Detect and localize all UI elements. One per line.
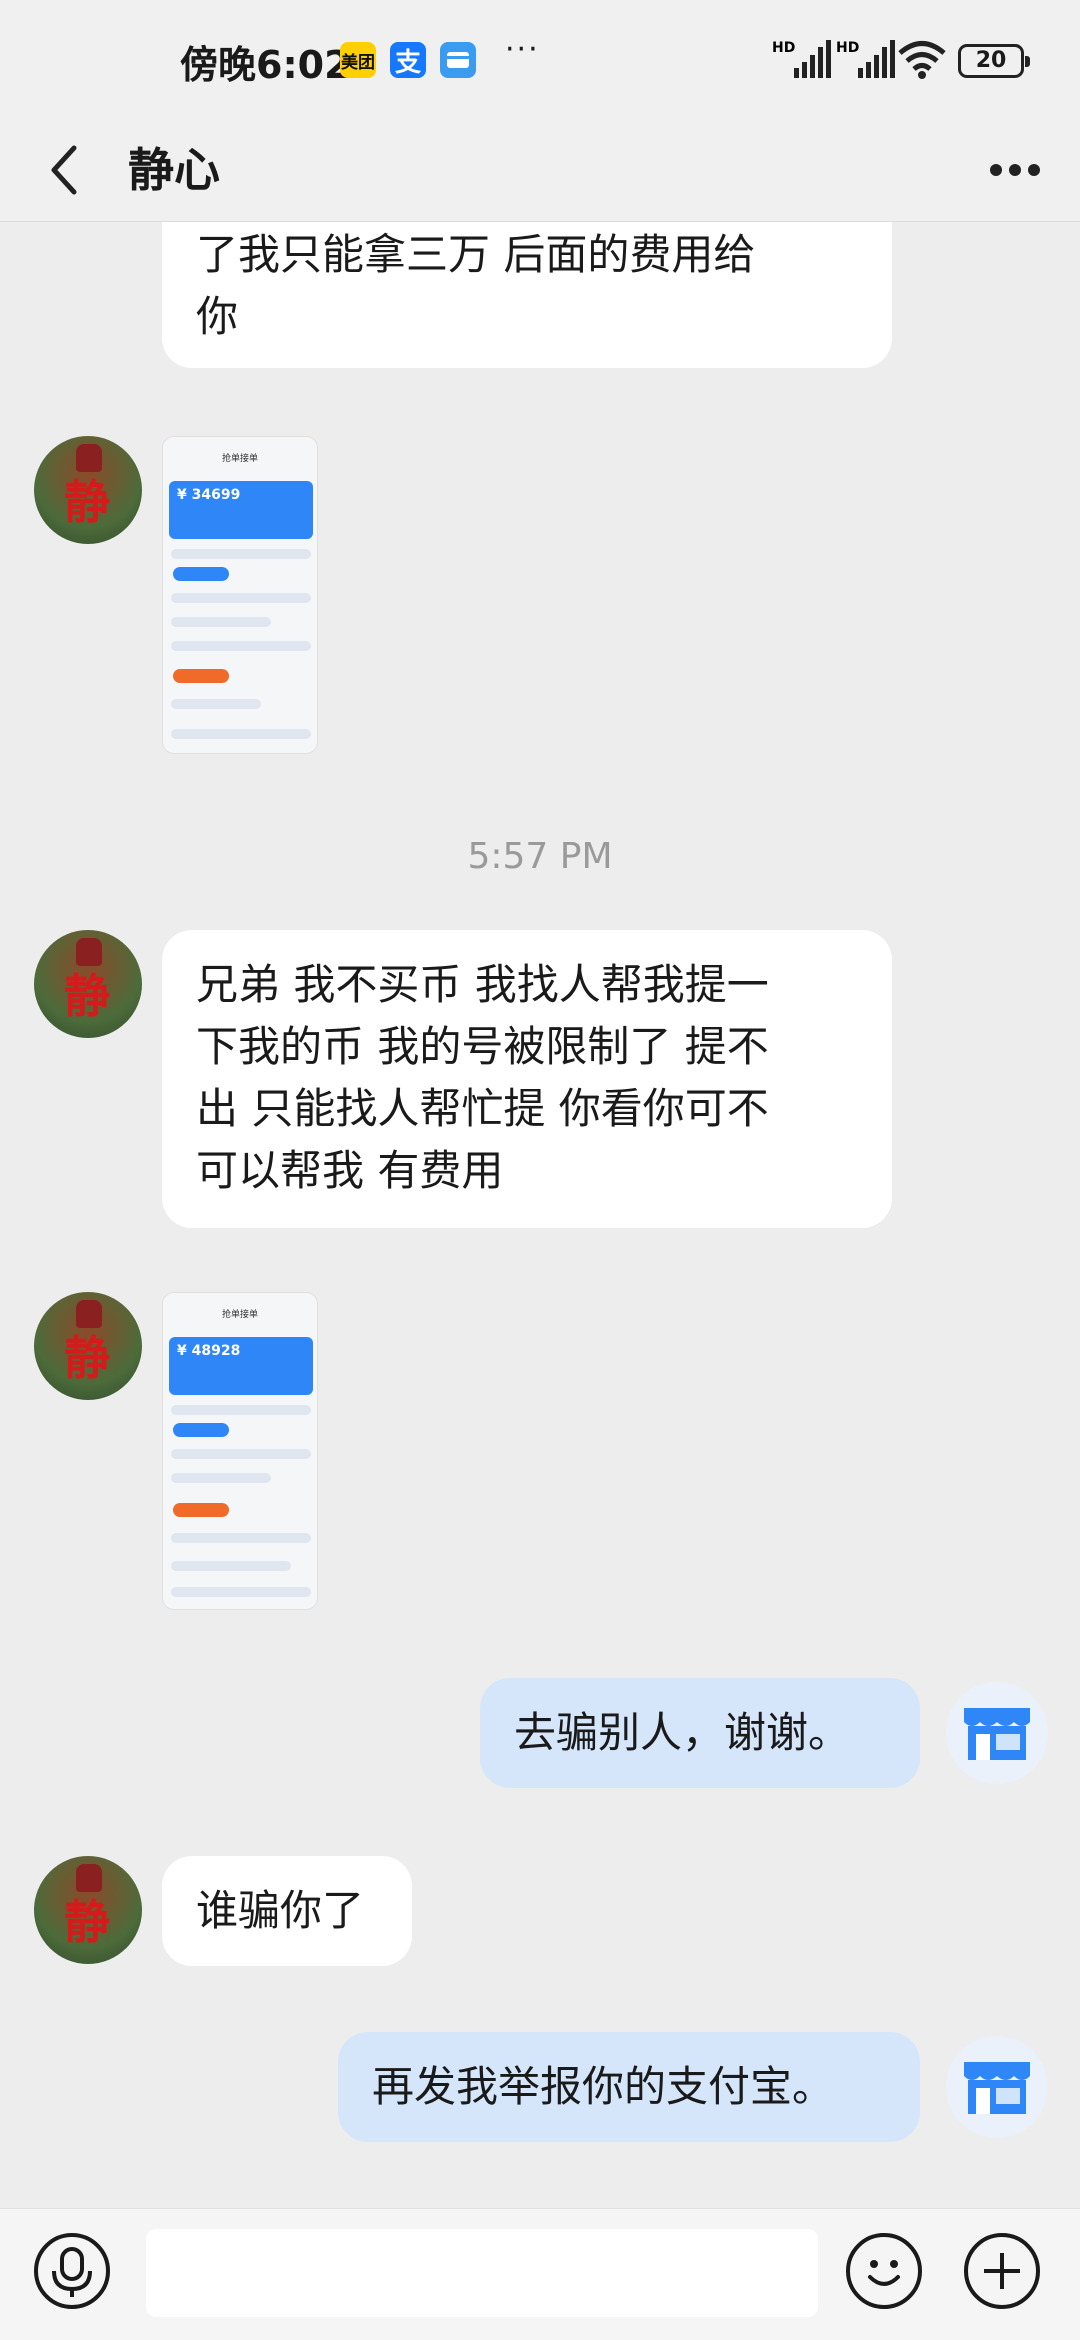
signal-icon: HD [772, 40, 831, 78]
alipay-icon: 支 [390, 42, 426, 78]
image-header: 抢单接单 [221, 1310, 258, 1320]
back-arrow-icon[interactable] [42, 140, 92, 200]
avatar-char: 静 [64, 475, 110, 529]
image-message[interactable]: 抢单接单 ¥ 48928 [162, 1292, 318, 1610]
my-avatar[interactable] [946, 2036, 1048, 2138]
message-line: 你 [196, 292, 239, 341]
message-bubble[interactable]: 谁骗你了 [162, 1856, 412, 1966]
signal-hd-label-2: HD [836, 40, 859, 56]
more-actions-button[interactable] [964, 2233, 1040, 2309]
message-list[interactable]: 了我只能拿三万 后面的费用给 你 静 抢单接单 ¥ 34699 5:57 PM … [0, 222, 1080, 2208]
chat-title: 静心 [128, 143, 220, 197]
meituan-icon: 美团 [340, 42, 376, 78]
message-input[interactable] [146, 2229, 818, 2317]
avatar-char: 静 [64, 969, 110, 1023]
message-line: 出 只能找人帮忙提 你看你可不 [196, 1084, 769, 1133]
message-text: 再发我举报你的支付宝。 [372, 2062, 835, 2111]
message-bubble[interactable]: 了我只能拿三万 后面的费用给 你 [162, 222, 892, 368]
my-avatar[interactable] [946, 1682, 1048, 1784]
image-amount: ¥ 48928 [169, 1337, 313, 1395]
chat-header: 静心 [0, 120, 1080, 222]
avatar[interactable]: 静 [34, 930, 142, 1038]
microphone-icon [52, 2247, 92, 2297]
plus-icon [984, 2253, 1020, 2289]
image-message[interactable]: 抢单接单 ¥ 34699 [162, 436, 318, 754]
battery-indicator: 20 [958, 44, 1030, 78]
message-text: 去骗别人，谢谢。 [514, 1708, 851, 1757]
message-line: 可以帮我 有费用 [196, 1146, 504, 1195]
avatar[interactable]: 静 [34, 436, 142, 544]
timestamp: 5:57 PM [467, 836, 613, 877]
store-icon [964, 1708, 1030, 1760]
image-header: 抢单接单 [221, 454, 258, 464]
message-line: 下我的币 我的号被限制了 提不 [196, 1022, 769, 1071]
signal-icon-2: HD [836, 40, 895, 78]
voice-input-button[interactable] [34, 2233, 110, 2309]
store-icon [964, 2062, 1030, 2114]
message-line: 兄弟 我不买币 我找人帮我提一 [196, 960, 769, 1009]
image-amount: ¥ 34699 [169, 481, 313, 539]
status-overflow-icon: ··· [505, 32, 540, 67]
input-bar [0, 2208, 1080, 2340]
message-line: 了我只能拿三万 后面的费用给 [196, 230, 756, 279]
message-bubble[interactable]: 兄弟 我不买币 我找人帮我提一 下我的币 我的号被限制了 提不 出 只能找人帮忙… [162, 930, 892, 1228]
emoji-button[interactable] [846, 2233, 922, 2309]
card-app-icon [440, 42, 476, 78]
smiley-icon [868, 2260, 900, 2286]
avatar[interactable]: 静 [34, 1292, 142, 1400]
my-message-bubble[interactable]: 去骗别人，谢谢。 [480, 1678, 920, 1788]
more-options-icon[interactable] [988, 148, 1042, 192]
message-text: 谁骗你了 [196, 1886, 365, 1935]
avatar-char: 静 [64, 1895, 110, 1949]
signal-hd-label: HD [772, 40, 795, 56]
avatar[interactable]: 静 [34, 1856, 142, 1964]
my-message-bubble[interactable]: 再发我举报你的支付宝。 [338, 2032, 920, 2142]
status-time: 傍晚6:02 [180, 43, 351, 87]
avatar-char: 静 [64, 1331, 110, 1385]
wifi-icon [898, 41, 946, 79]
status-bar: 傍晚6:02 美团 支 ··· HD HD 20 [0, 0, 1080, 120]
